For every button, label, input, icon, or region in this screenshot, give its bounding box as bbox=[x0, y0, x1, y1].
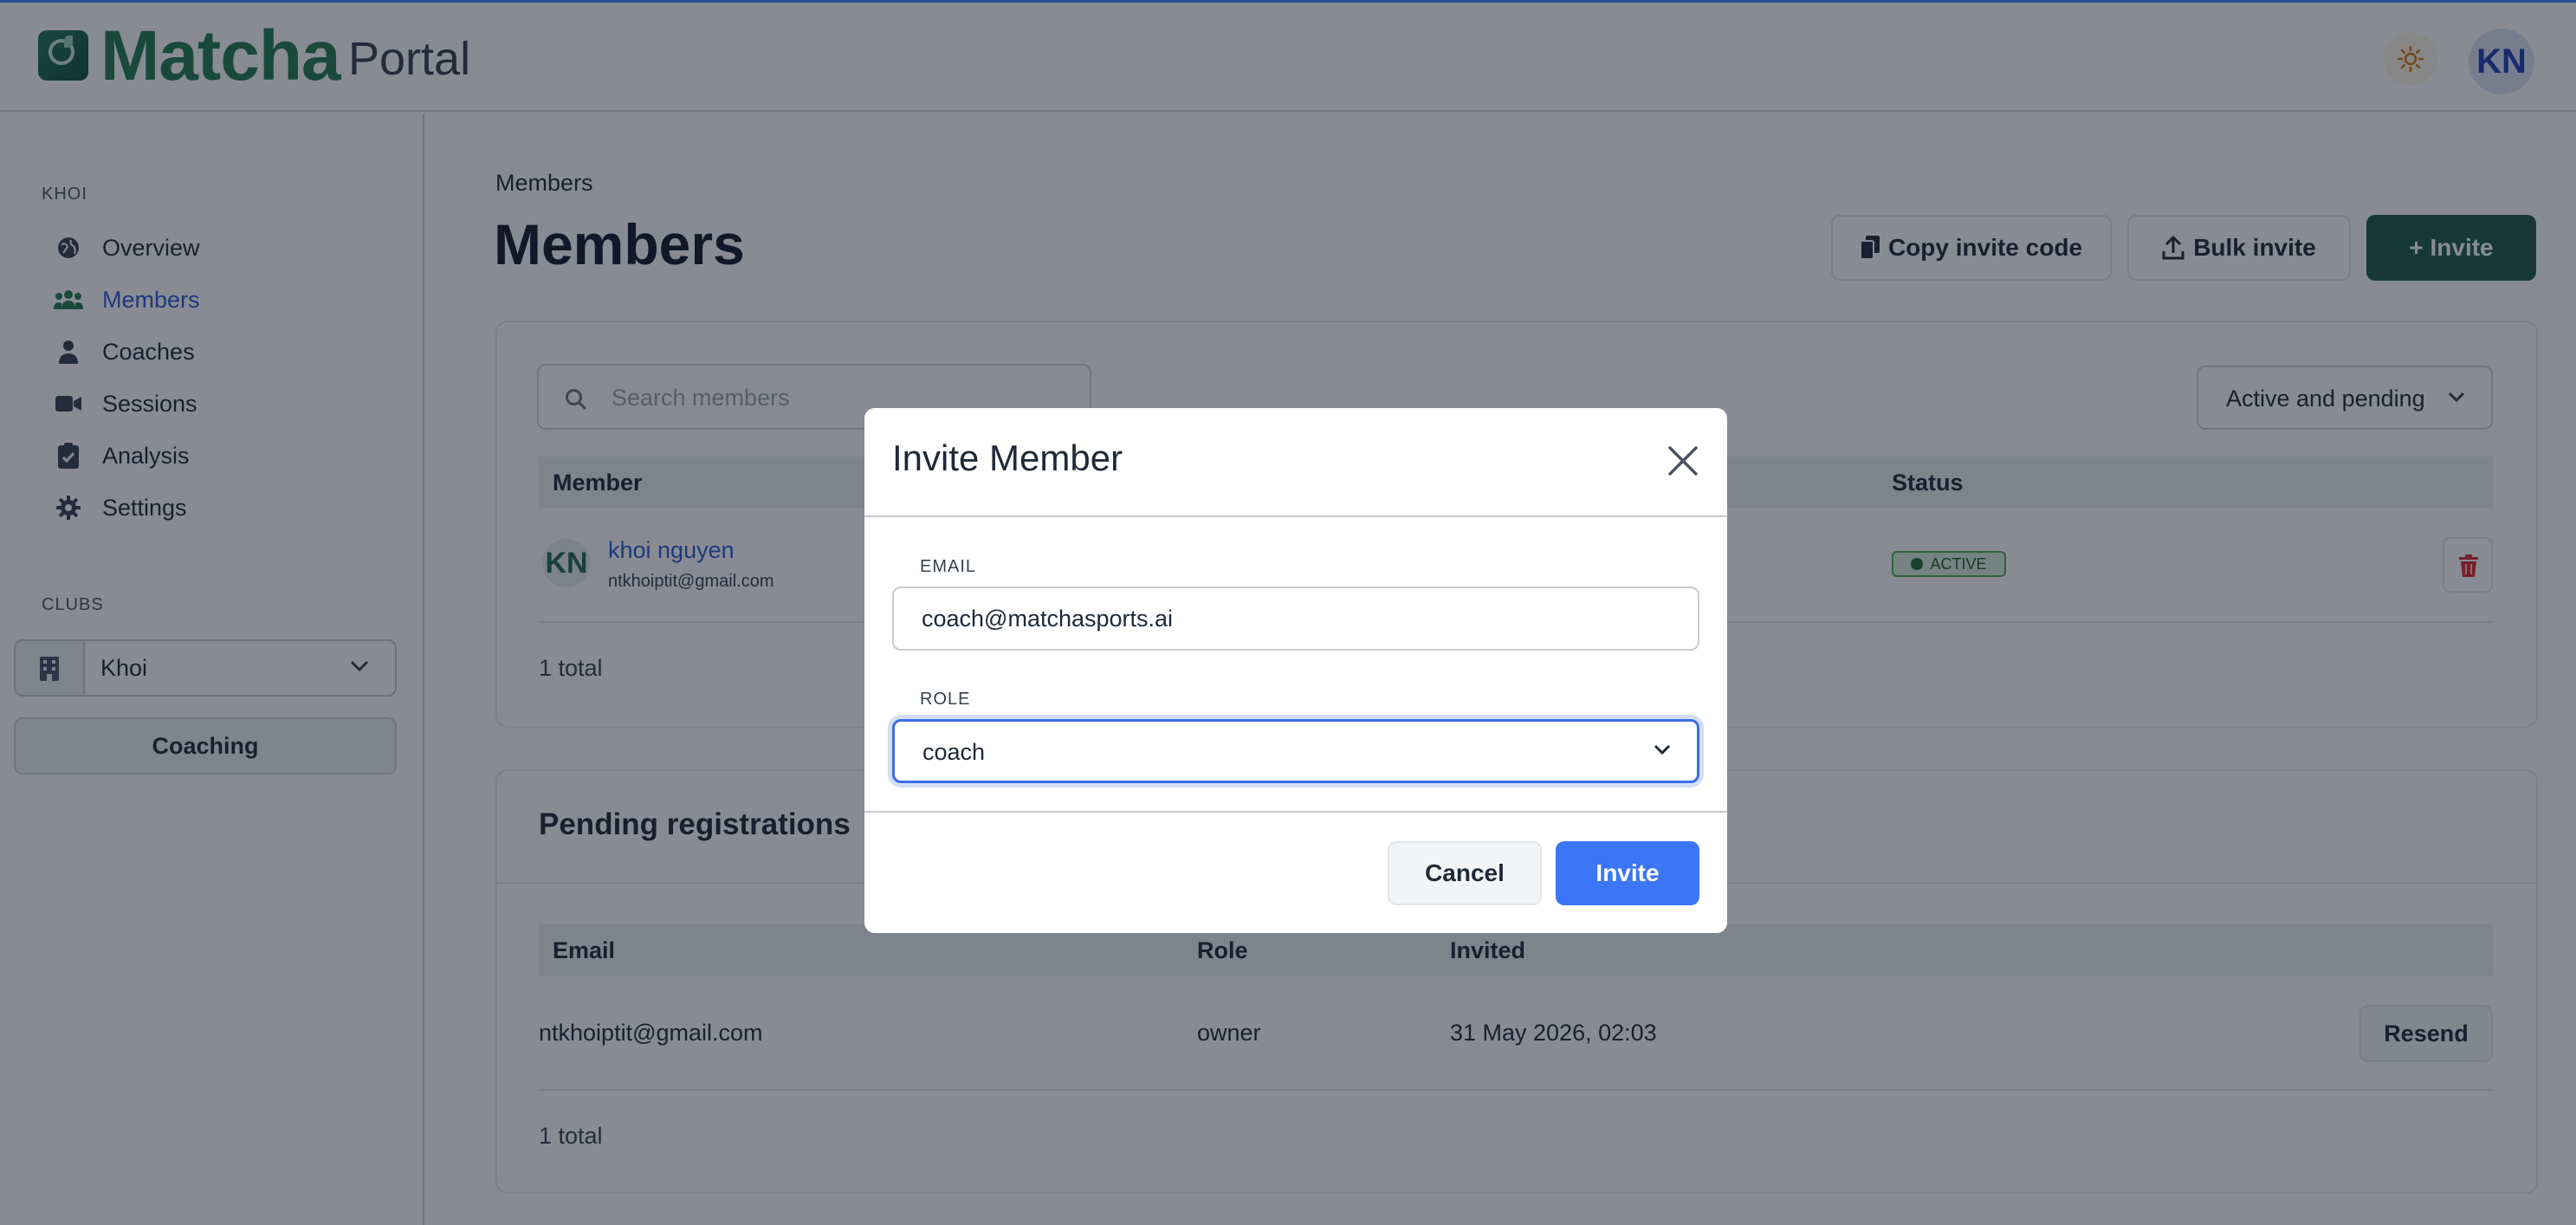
chevron-down-icon bbox=[1654, 744, 1671, 755]
invite-member-modal: Invite Member EMAIL ROLE coach Cancel In… bbox=[864, 408, 1727, 933]
modal-header-divider bbox=[864, 515, 1727, 517]
email-label: EMAIL bbox=[920, 557, 977, 576]
role-label: ROLE bbox=[920, 690, 971, 709]
submit-invite-button[interactable]: Invite bbox=[1556, 841, 1699, 905]
role-select-value: coach bbox=[922, 739, 986, 765]
role-select[interactable]: coach bbox=[892, 719, 1699, 783]
cancel-button[interactable]: Cancel bbox=[1388, 841, 1542, 905]
modal-footer-divider bbox=[864, 811, 1727, 813]
email-field[interactable] bbox=[892, 587, 1699, 651]
close-icon[interactable] bbox=[1665, 443, 1701, 479]
modal-title: Invite Member bbox=[892, 438, 1123, 478]
